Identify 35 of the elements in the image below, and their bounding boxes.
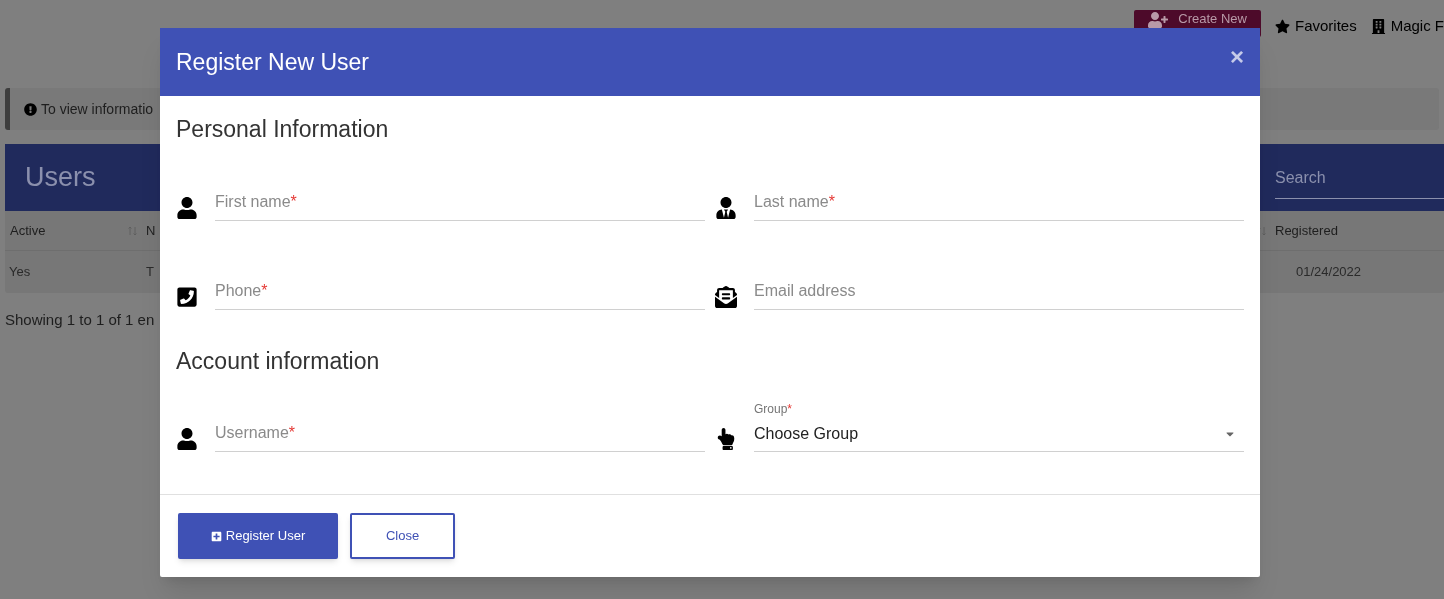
table-cell-text: Yes — [8, 263, 32, 282]
user-icon — [176, 428, 198, 450]
section-title: Personal Information — [176, 115, 390, 144]
alert-icon — [24, 102, 37, 116]
table-cell-text: T — [146, 263, 155, 282]
plus-icon — [210, 530, 222, 542]
alert-text: To view informatio — [41, 99, 154, 119]
search-field[interactable]: Search — [1275, 165, 1444, 199]
close-dialog-button[interactable]: Close — [350, 513, 455, 559]
column-header[interactable]: Active — [5, 220, 128, 241]
input-field[interactable]: Username* — [215, 421, 705, 452]
user-tie-icon — [715, 196, 737, 219]
pointing-hand-icon — [715, 428, 737, 450]
register-button[interactable]: Register User — [178, 513, 338, 559]
group-select[interactable]: Group* Choose Group — [754, 402, 1244, 452]
panel-title: Users — [24, 161, 96, 195]
table-cell-text: 01/24/2022 — [1296, 263, 1362, 282]
building-icon — [1370, 18, 1386, 34]
nav-link[interactable]: Magic F — [1370, 14, 1444, 38]
close-button[interactable]: × — [1230, 45, 1244, 69]
input-field[interactable]: First name* — [215, 189, 705, 221]
column-header[interactable]: Registered — [1266, 220, 1338, 241]
phone-icon — [176, 285, 198, 308]
input-field[interactable]: Last name* — [754, 189, 1244, 221]
envelope-icon — [715, 285, 737, 308]
user-icon — [176, 196, 198, 219]
user-plus-icon — [1148, 11, 1169, 28]
sort-icon — [128, 225, 137, 236]
input-field[interactable]: Phone* — [215, 278, 705, 310]
entries-info: Showing 1 to 1 of 1 en — [5, 310, 156, 330]
star-icon — [1274, 18, 1290, 34]
section-title: Account information — [176, 346, 381, 376]
nav-link[interactable]: Favorites — [1274, 14, 1357, 38]
input-field[interactable]: Email address — [754, 278, 1244, 310]
dialog-title: Register New User — [176, 47, 369, 77]
